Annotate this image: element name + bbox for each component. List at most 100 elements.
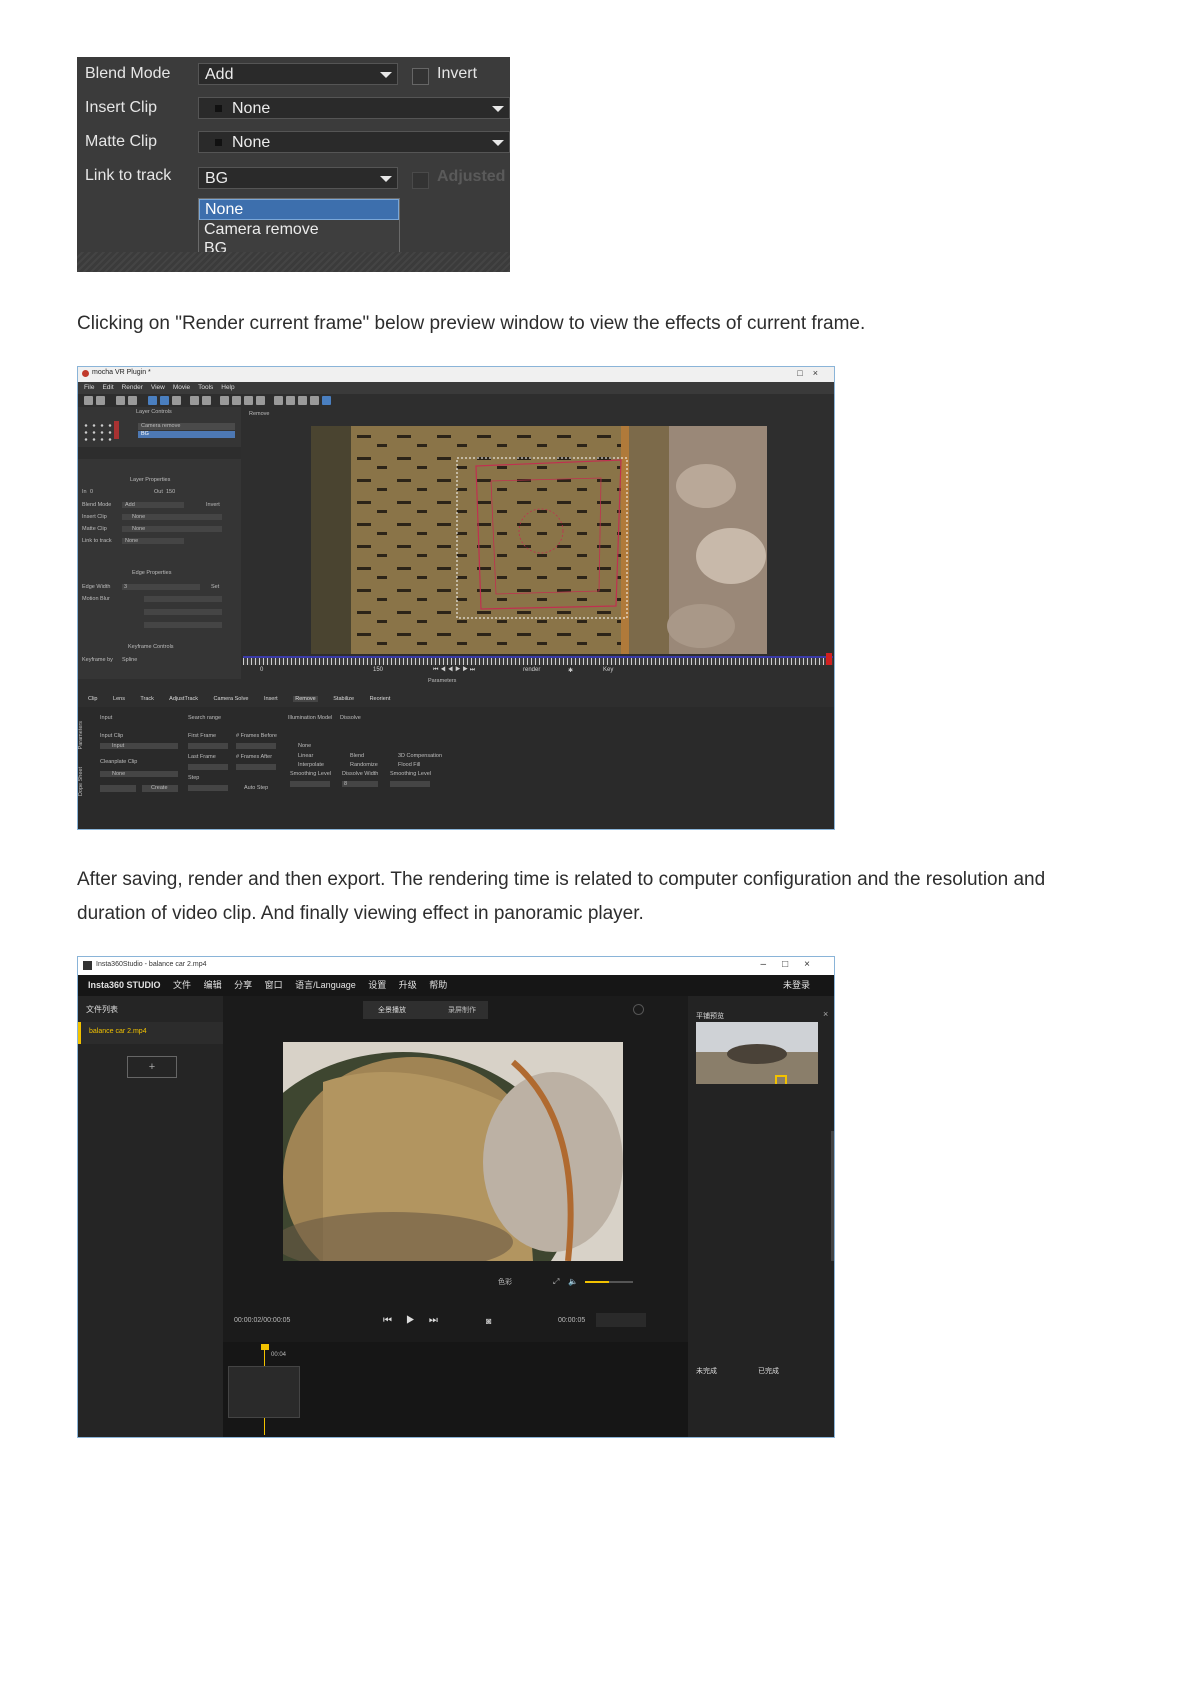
timeline-out-marker[interactable] [826,653,832,665]
last-frame-field[interactable] [188,764,228,770]
transport-buttons[interactable]: ⏮◀◀▶▶⏭ [433,667,477,674]
menu-settings[interactable]: 设置 [368,980,386,990]
keyframe-by-value[interactable]: Spline [122,657,137,663]
login-status[interactable]: 未登录 [783,975,810,996]
fullscreen-icon[interactable]: ⤢ [553,1277,559,1287]
frames-after-field[interactable] [236,764,276,770]
side-tab-parameters[interactable]: Parameters [78,721,84,749]
info-icon[interactable] [633,1004,644,1015]
video-preview[interactable] [283,1042,623,1261]
close-icon[interactable]: × [823,1009,828,1019]
undo-icon[interactable] [116,396,125,405]
motion-blur-field[interactable] [144,596,222,602]
cleanplate-blank-button[interactable] [100,785,136,792]
layer-row-camera-remove[interactable]: Camera remove [138,423,235,430]
menu-share[interactable]: 分享 [234,980,252,990]
side-tab-dope-sheet[interactable]: Dope Sheet [78,767,84,796]
first-frame-field[interactable] [188,743,228,749]
timeline-track[interactable]: 00:04 [223,1342,688,1437]
edge-width-field[interactable] [122,584,200,590]
step-field[interactable] [188,785,228,791]
window-controls[interactable]: –□× [761,959,826,970]
adjusted-checkbox[interactable] [412,172,429,189]
shutter-field[interactable] [144,609,222,615]
add-point-icon[interactable] [244,396,253,405]
bezier-icon[interactable] [232,396,241,405]
playhead-marker[interactable] [261,1344,269,1350]
blend-mode-dropdown[interactable]: Add [198,63,398,85]
menu-help[interactable]: 帮助 [429,980,447,990]
layer-visibility-icon[interactable] [82,422,112,442]
status-pending-tab[interactable]: 未完成 [696,1366,717,1376]
clip-block[interactable] [228,1366,300,1418]
in-value[interactable]: 0 [90,489,93,495]
menu-file[interactable]: 文件 [173,980,191,990]
timeline-end-value[interactable]: 150 [373,667,383,673]
illum-interpolate-option[interactable]: Interpolate [298,762,324,768]
option-none[interactable]: None [199,199,399,220]
tab-lens[interactable]: Lens [113,696,125,702]
camera-icon[interactable]: ◙ [486,1316,491,1326]
insert-clip-dropdown[interactable]: None [198,97,510,119]
tab-insert[interactable]: Insert [264,696,278,702]
dissolve-width-field[interactable] [342,781,378,787]
frames-before-field[interactable] [236,743,276,749]
remove-point-icon[interactable] [256,396,265,405]
option-camera-remove[interactable]: Camera remove [199,220,399,239]
menu-upgrade[interactable]: 升级 [399,980,417,990]
timeline-start-value[interactable]: 0 [260,667,263,673]
link-icon[interactable] [274,396,283,405]
smoothing-level-field[interactable] [290,781,330,787]
select-tool-icon[interactable] [148,396,157,405]
smoothing-level-2-field[interactable] [390,781,430,787]
matte-clip-dropdown[interactable]: None [198,131,510,153]
hand-icon[interactable] [190,396,199,405]
zoom-icon[interactable] [202,396,211,405]
menu-tools[interactable]: Tools [198,384,213,391]
transport-buttons[interactable]: ⏮▶⏭ [383,1315,452,1326]
link-to-track-dropdown[interactable]: BG [198,167,398,189]
menu-render[interactable]: Render [122,384,143,391]
illum-linear-option[interactable]: Linear [298,753,313,759]
move-icon[interactable] [310,396,319,405]
offset-field[interactable] [144,622,222,628]
surface-icon[interactable] [322,396,331,405]
tab-stabilize[interactable]: Stabilize [333,696,354,702]
menu-edit[interactable]: Edit [102,384,113,391]
redo-icon[interactable] [128,396,137,405]
color-button[interactable]: 色彩 [498,1277,512,1287]
illum-none-option[interactable]: None [298,743,311,749]
tab-panorama-play[interactable]: 全景播放 [378,1005,406,1015]
menu-movie[interactable]: Movie [173,384,190,391]
tab-adjusttrack[interactable]: AdjustTrack [169,696,198,702]
tab-remove[interactable]: Remove [293,696,318,702]
save-icon[interactable] [96,396,105,405]
comp3d-option[interactable]: 3D Compensation [398,753,442,759]
window-controls[interactable]: □× [797,368,828,378]
lasso-icon[interactable] [172,396,181,405]
tab-screen-record[interactable]: 录屏制作 [448,1005,476,1015]
rotate-icon[interactable] [286,396,295,405]
flood-fill-option[interactable]: Flood Fill [398,762,420,768]
export-button[interactable] [596,1313,646,1327]
add-file-button[interactable]: + [127,1056,177,1078]
tab-reorient[interactable]: Reorient [370,696,391,702]
preview-viewer[interactable] [311,426,767,654]
status-done-tab[interactable]: 已完成 [758,1366,779,1376]
tab-camera-solve[interactable]: Camera Solve [214,696,249,702]
invert-checkbox[interactable] [412,68,429,85]
gear-icon[interactable]: ✱ [568,667,573,674]
scrollbar[interactable] [831,1131,834,1261]
dissolve-randomize-option[interactable]: Randomize [350,762,378,768]
set-button[interactable]: Set [211,584,219,590]
auto-step-label[interactable]: Auto Step [244,785,268,791]
volume-icon[interactable]: 🔈 [568,1277,578,1286]
file-list-item[interactable]: balance car 2.mp4 [78,1022,226,1044]
spline-icon[interactable] [220,396,229,405]
dissolve-blend-option[interactable]: Blend [350,753,364,759]
view-mode-dropdown[interactable]: Remove [249,411,269,417]
render-button[interactable]: render [523,667,540,673]
select-points-icon[interactable] [160,396,169,405]
layer-row-bg[interactable]: BG [138,431,235,438]
tab-clip[interactable]: Clip [88,696,97,702]
